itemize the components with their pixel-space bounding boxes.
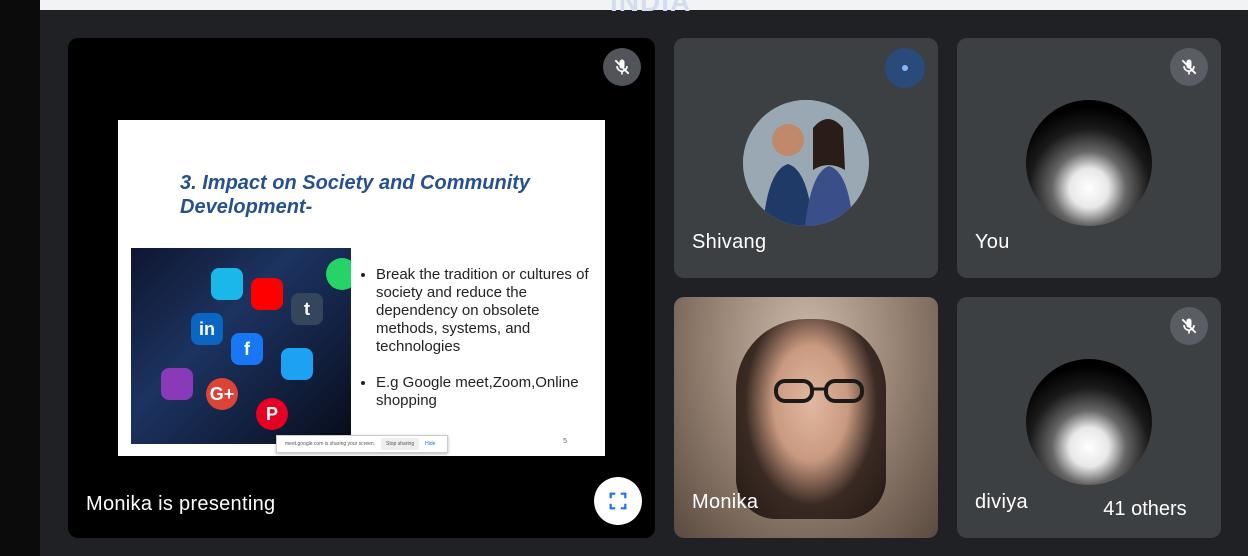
linkedin-app-icon: in — [191, 313, 223, 345]
whatsapp-app-icon — [326, 258, 351, 290]
left-edge-bar — [0, 0, 40, 556]
twitter-app-icon — [281, 348, 313, 380]
google-plus-app-icon: G+ — [206, 378, 238, 410]
tumblr-app-icon: t — [291, 293, 323, 325]
slide-number: 5 — [563, 438, 567, 445]
participant-name: diviya — [975, 491, 1028, 513]
avatar — [743, 100, 869, 226]
facebook-app-icon: f — [231, 333, 263, 365]
social-media-photo: in f t G+ P — [131, 248, 351, 444]
hide-button: Hide — [425, 441, 436, 447]
bullet-item: E.g Google meet,Zoom,Online shopping — [376, 374, 594, 410]
screen-share-bar: meet.google.com is sharing your screen. … — [276, 435, 448, 453]
slide-title: 3. Impact on Society and Community Devel… — [180, 172, 531, 218]
fullscreen-button[interactable] — [594, 477, 642, 525]
instagram-app-icon — [161, 368, 193, 400]
mic-off-icon — [603, 48, 641, 86]
top-strip: INDIA — [40, 0, 1248, 17]
participant-tile-shivang[interactable]: Shivang — [674, 38, 938, 278]
participant-name: You — [975, 231, 1010, 253]
participant-video — [736, 319, 886, 519]
avatar — [1026, 359, 1152, 485]
glasses-shape — [774, 379, 864, 403]
participant-name: Shivang — [692, 231, 767, 253]
participant-name: Monika — [692, 491, 759, 513]
youtube-app-icon — [251, 278, 283, 310]
presentation-tile[interactable]: 3. Impact on Society and Community Devel… — [68, 38, 655, 538]
mic-off-icon — [1170, 307, 1208, 345]
stop-sharing-button: Stop sharing — [381, 438, 420, 450]
presenter-label: Monika is presenting — [86, 493, 276, 515]
avatar — [1026, 100, 1152, 226]
share-bar-text: meet.google.com is sharing your screen. — [285, 441, 376, 447]
fullscreen-icon — [609, 492, 627, 510]
vimeo-app-icon — [211, 268, 243, 300]
shared-slide: 3. Impact on Society and Community Devel… — [118, 120, 605, 456]
participant-tile-you[interactable]: You — [957, 38, 1221, 278]
slide-bullets: Break the tradition or cultures of socie… — [364, 266, 594, 428]
speaking-indicator-icon — [885, 48, 925, 88]
participant-tile-monika[interactable]: Monika — [674, 297, 938, 538]
others-count-button[interactable]: 41 others — [1078, 487, 1212, 531]
top-strip-text: INDIA — [610, 0, 692, 17]
mic-off-icon — [1170, 48, 1208, 86]
bullet-item: Break the tradition or cultures of socie… — [376, 266, 594, 356]
pinterest-app-icon: P — [256, 398, 288, 430]
